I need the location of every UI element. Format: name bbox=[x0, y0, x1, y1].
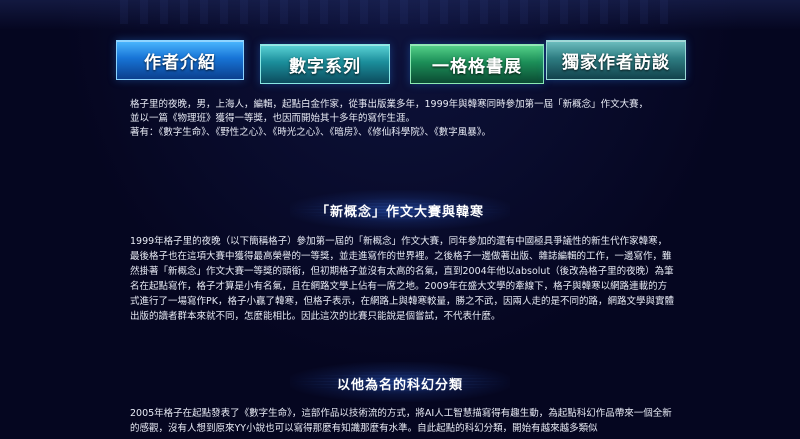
tab-book-exhibition-label: 一格格書展 bbox=[432, 56, 522, 77]
author-intro: 格子里的夜晚，男，上海人，編輯，起點白金作家，從事出版業多年，1999年與韓寒同… bbox=[130, 98, 690, 140]
tab-digital-series[interactable]: 數字系列 bbox=[260, 44, 390, 84]
intro-line-2: 並以一篇《物理班》獲得一等獎，也因而開始其十多年的寫作生涯。 bbox=[130, 113, 416, 124]
intro-line-1: 格子里的夜晚，男，上海人，編輯，起點白金作家，從事出版業多年，1999年與韓寒同… bbox=[130, 99, 649, 110]
top-banner bbox=[0, 0, 800, 30]
section-1-title: 「新概念」作文大賽與韓寒 bbox=[315, 205, 484, 220]
tab-author-intro-label: 作者介紹 bbox=[144, 52, 216, 73]
section-1-body: 1999年格子里的夜晚（以下簡稱格子）參加第一屆的「新概念」作文大賽，同年參加的… bbox=[130, 236, 674, 322]
tab-digital-series-label: 數字系列 bbox=[289, 56, 361, 77]
tab-exclusive-interview[interactable]: 獨家作者訪談 bbox=[546, 40, 686, 80]
section-2-title: 以他為名的科幻分類 bbox=[336, 378, 463, 393]
tab-book-exhibition[interactable]: 一格格書展 bbox=[410, 44, 544, 84]
tab-exclusive-interview-label: 獨家作者訪談 bbox=[562, 52, 670, 73]
section-2-body: 2005年格子在起點發表了《數字生命》，這部作品以技術流的方式，將AI人工智慧描… bbox=[130, 408, 672, 434]
intro-works-line: 著有：《數字生命》、《野性之心》、《時光之心》、《暗房》、《修仙科學院》、《數字… bbox=[130, 127, 492, 138]
page: 作者介紹 數字系列 一格格書展 獨家作者訪談 格子里的夜晚，男，上海人，編輯，起… bbox=[0, 0, 800, 439]
tab-author-intro[interactable]: 作者介紹 bbox=[116, 40, 244, 80]
